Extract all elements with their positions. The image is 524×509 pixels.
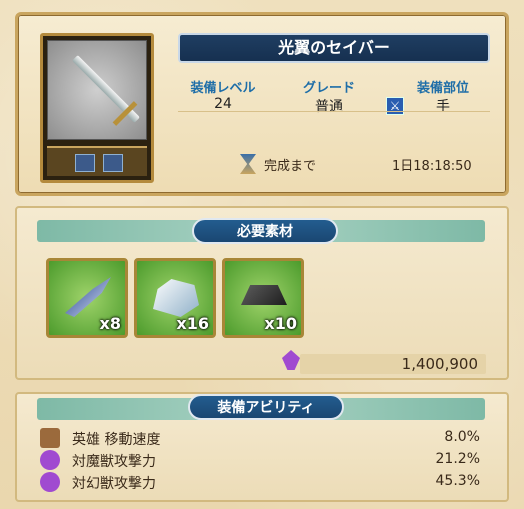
item-card: 光翼のセイバー 装備レベル 24 グレード 普通 装備部位 手 ⚔ 完成まで 1… bbox=[15, 12, 509, 196]
iron-ingot-icon bbox=[241, 285, 287, 305]
ability-value: 8.0% bbox=[444, 429, 480, 445]
demon-icon bbox=[40, 450, 60, 470]
abilities-header: 装備アビリティ bbox=[188, 394, 344, 420]
slot-value: 手 bbox=[436, 99, 450, 115]
ice-stone-icon bbox=[153, 279, 199, 317]
hourglass-icon bbox=[240, 154, 256, 174]
socket-bar bbox=[47, 146, 147, 176]
item-name: 光翼のセイバー bbox=[178, 33, 490, 63]
level-value: 24 bbox=[214, 96, 232, 112]
timer-label: 完成まで bbox=[264, 159, 317, 174]
material-slot-iron-ingot[interactable]: x10 bbox=[222, 258, 304, 338]
hand-slot-icon: ⚔ bbox=[386, 97, 404, 115]
ability-label: 対幻獣攻撃力 bbox=[72, 476, 156, 492]
material-count: x16 bbox=[176, 314, 209, 333]
materials-header: 必要素材 bbox=[192, 218, 338, 244]
ability-label: 対魔獣攻撃力 bbox=[72, 454, 156, 470]
ability-value: 21.2% bbox=[435, 451, 480, 467]
material-count: x8 bbox=[99, 314, 121, 333]
demon-icon bbox=[40, 472, 60, 492]
cost-value: 1,400,900 bbox=[300, 354, 486, 374]
divider bbox=[178, 111, 490, 112]
feather-icon bbox=[65, 277, 111, 317]
ability-value: 45.3% bbox=[435, 473, 480, 489]
sword-icon bbox=[47, 40, 147, 140]
boot-icon bbox=[40, 428, 60, 448]
socket-icon[interactable] bbox=[103, 154, 123, 172]
ability-row: 対魔獣攻撃力 21.2% bbox=[40, 450, 486, 470]
level-stat: 装備レベル 24 bbox=[178, 77, 268, 112]
slot-label: 装備部位 bbox=[416, 81, 469, 96]
socket-icon[interactable] bbox=[75, 154, 95, 172]
grade-label: グレード bbox=[302, 81, 355, 96]
ability-row: 英雄 移動速度 8.0% bbox=[40, 428, 486, 448]
grade-value: 普通 bbox=[315, 99, 343, 115]
level-label: 装備レベル bbox=[190, 81, 256, 96]
material-slot-ice-stone[interactable]: x16 bbox=[134, 258, 216, 338]
material-slot-feather[interactable]: x8 bbox=[46, 258, 128, 338]
item-frame[interactable] bbox=[40, 33, 154, 183]
ability-row: 対幻獣攻撃力 45.3% bbox=[40, 472, 486, 492]
timer-value: 1日18:18:50 bbox=[392, 159, 472, 174]
ability-label: 英雄 移動速度 bbox=[72, 432, 161, 448]
material-count: x10 bbox=[264, 314, 297, 333]
